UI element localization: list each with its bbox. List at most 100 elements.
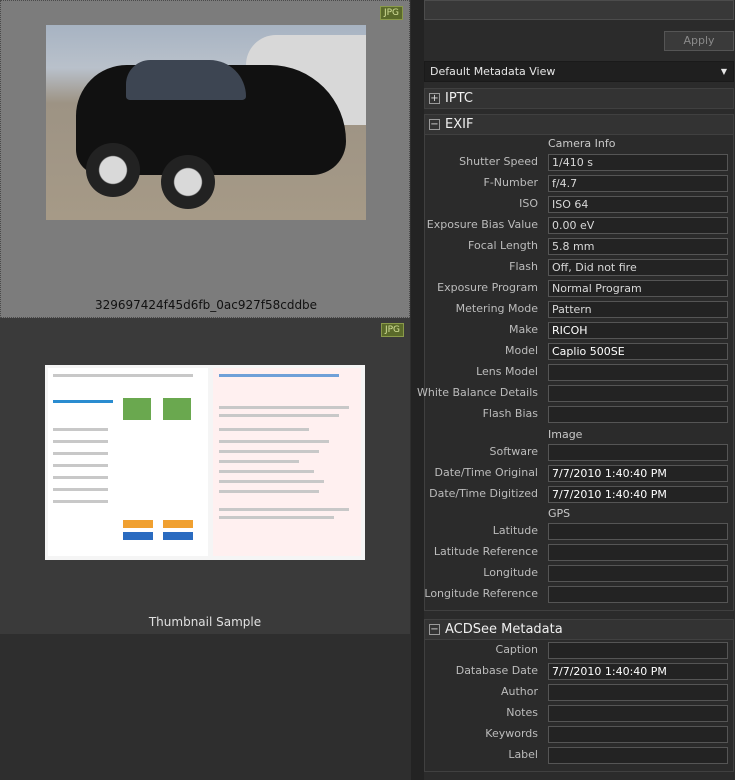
report-left-panel [48, 368, 208, 556]
report-logo-shape [53, 400, 113, 403]
metadata-row: Software [425, 442, 735, 463]
metadata-value-field[interactable] [548, 385, 728, 402]
metadata-row: White Balance Details [417, 383, 735, 404]
report-line [219, 428, 309, 431]
thumbnail-tile-selected[interactable]: JPG 329697424f45d6fb_0ac927f58cddbe [0, 0, 410, 318]
metadata-value-field[interactable] [548, 364, 728, 381]
metadata-value-field[interactable] [548, 642, 728, 659]
metadata-label: Label [508, 748, 538, 761]
metadata-row: Lens Model [425, 362, 735, 383]
metadata-label: Notes [506, 706, 538, 719]
metadata-value-field[interactable] [548, 544, 728, 561]
metadata-row: Exposure Bias Value 0.00 eV [425, 215, 735, 236]
metadata-value-field[interactable] [548, 565, 728, 582]
metadata-label: Flash [509, 260, 538, 273]
metadata-row: Database Date 7/7/2010 1:40:40 PM [425, 661, 735, 682]
metadata-value-field[interactable]: 1/410 s [548, 154, 728, 171]
metadata-row: Author [425, 682, 735, 703]
metadata-label: Keywords [485, 727, 538, 740]
metadata-label: Exposure Program [437, 281, 538, 294]
metadata-label: Latitude [492, 524, 538, 537]
metadata-row: Metering Mode Pattern [425, 299, 735, 320]
metadata-label: Database Date [455, 664, 538, 677]
metadata-value-field[interactable] [548, 726, 728, 743]
metadata-label: White Balance Details [417, 386, 538, 399]
report-line [219, 414, 339, 417]
metadata-row: Label [425, 745, 735, 766]
thumbnail-filename: Thumbnail Sample [148, 615, 262, 629]
metadata-value-field[interactable] [548, 406, 728, 423]
report-line [53, 500, 108, 503]
metadata-value-field[interactable]: f/4.7 [548, 175, 728, 192]
metadata-value-field[interactable] [548, 523, 728, 540]
metadata-label: Flash Bias [482, 407, 538, 420]
metadata-value-field[interactable] [548, 747, 728, 764]
iptc-section-header[interactable]: + IPTC [424, 88, 734, 109]
gps-heading: GPS [548, 507, 571, 520]
metadata-label: Author [500, 685, 538, 698]
car-photo-thumbnail[interactable] [46, 25, 366, 220]
metadata-value-field[interactable]: Normal Program [548, 280, 728, 297]
metadata-row: F-Number f/4.7 [425, 173, 735, 194]
metadata-row: Flash Off, Did not fire [425, 257, 735, 278]
expand-icon[interactable]: + [429, 93, 440, 104]
collapse-icon[interactable]: − [429, 119, 440, 130]
metadata-row: Flash Bias [425, 404, 735, 425]
acdsee-section-body: Caption Database Date 7/7/2010 1:40:40 PM A… [424, 640, 734, 772]
report-line [219, 440, 329, 443]
metadata-row: Date/Time Digitized 7/7/2010 1:40:40 PM [425, 484, 735, 505]
report-price-box [123, 398, 151, 420]
report-thumbnail[interactable] [45, 365, 365, 560]
thumbnail-tile[interactable]: JPG Thumbnail Sample [0, 318, 410, 634]
metadata-label: Make [509, 323, 538, 336]
metadata-value-field[interactable]: Caplio 500SE [548, 343, 728, 360]
metadata-value-field[interactable]: Pattern [548, 301, 728, 318]
metadata-row: ISO ISO 64 [425, 194, 735, 215]
metadata-value-field[interactable]: 0.00 eV [548, 217, 728, 234]
metadata-row: Exposure Program Normal Program [425, 278, 735, 299]
metadata-label: Shutter Speed [459, 155, 538, 168]
acdsee-section-title: ACDSee Metadata [445, 622, 563, 637]
exif-section-header[interactable]: − EXIF [424, 114, 734, 135]
thumbnail-filename: 329697424f45d6fb_0ac927f58cddbe [94, 298, 318, 312]
metadata-row: Date/Time Original 7/7/2010 1:40:40 PM [425, 463, 735, 484]
metadata-value-field[interactable] [548, 444, 728, 461]
report-line [53, 464, 108, 467]
metadata-value-field[interactable]: 7/7/2010 1:40:40 PM [548, 486, 728, 503]
metadata-label: Date/Time Original [434, 466, 538, 479]
apply-button[interactable]: Apply [664, 31, 734, 51]
top-field-box [424, 0, 734, 20]
metadata-value-field[interactable]: 7/7/2010 1:40:40 PM [548, 465, 728, 482]
metadata-row: Longitude [425, 563, 735, 584]
metadata-row: Latitude [425, 521, 735, 542]
metadata-row: Focal Length 5.8 mm [425, 236, 735, 257]
report-line [53, 428, 108, 431]
acdsee-section-header[interactable]: − ACDSee Metadata [424, 619, 734, 640]
report-line [219, 508, 349, 511]
exif-section-title: EXIF [445, 117, 474, 132]
chevron-down-icon: ▼ [720, 67, 727, 76]
report-line [53, 374, 193, 377]
metadata-label: Date/Time Digitized [429, 487, 538, 500]
metadata-value-field[interactable]: Off, Did not fire [548, 259, 728, 276]
metadata-label: Longitude [483, 566, 538, 579]
report-line [219, 406, 349, 409]
metadata-value-field[interactable] [548, 705, 728, 722]
metadata-view-select[interactable]: Default Metadata View ▼ [424, 61, 734, 82]
collapse-icon[interactable]: − [429, 624, 440, 635]
report-line [219, 516, 334, 519]
metadata-value-field[interactable]: 5.8 mm [548, 238, 728, 255]
metadata-view-label: Default Metadata View [430, 65, 556, 78]
metadata-value-field[interactable]: 7/7/2010 1:40:40 PM [548, 663, 728, 680]
report-line [53, 488, 108, 491]
metadata-value-field[interactable]: RICOH [548, 322, 728, 339]
camera-info-heading: Camera Info [548, 137, 616, 150]
metadata-value-field[interactable] [548, 684, 728, 701]
report-line [219, 450, 319, 453]
image-heading: Image [548, 428, 583, 441]
metadata-label: ISO [519, 197, 538, 210]
metadata-label: Exposure Bias Value [426, 218, 538, 231]
metadata-value-field[interactable] [548, 586, 728, 603]
file-type-badge: JPG [380, 323, 404, 337]
metadata-value-field[interactable]: ISO 64 [548, 196, 728, 213]
